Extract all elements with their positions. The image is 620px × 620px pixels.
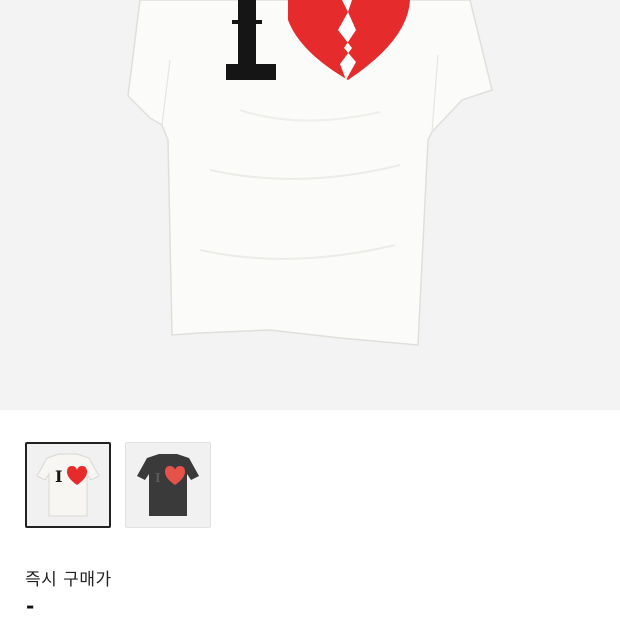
thumb-letter: I	[155, 471, 161, 485]
thumbnail-list: I I	[25, 442, 211, 528]
thumbnail-black-tshirt[interactable]: I	[125, 442, 211, 528]
thumb-letter: I	[55, 467, 62, 486]
black-tshirt-icon: I	[137, 454, 199, 516]
instant-buy-price-label: 즉시 구매가	[25, 570, 112, 590]
white-tshirt-icon: I	[36, 453, 100, 517]
thumbnail-white-tshirt[interactable]: I	[25, 442, 111, 528]
product-main-image	[0, 0, 620, 410]
tshirt-white-illustration	[127, 0, 493, 346]
instant-buy-price-value: -	[26, 594, 35, 618]
